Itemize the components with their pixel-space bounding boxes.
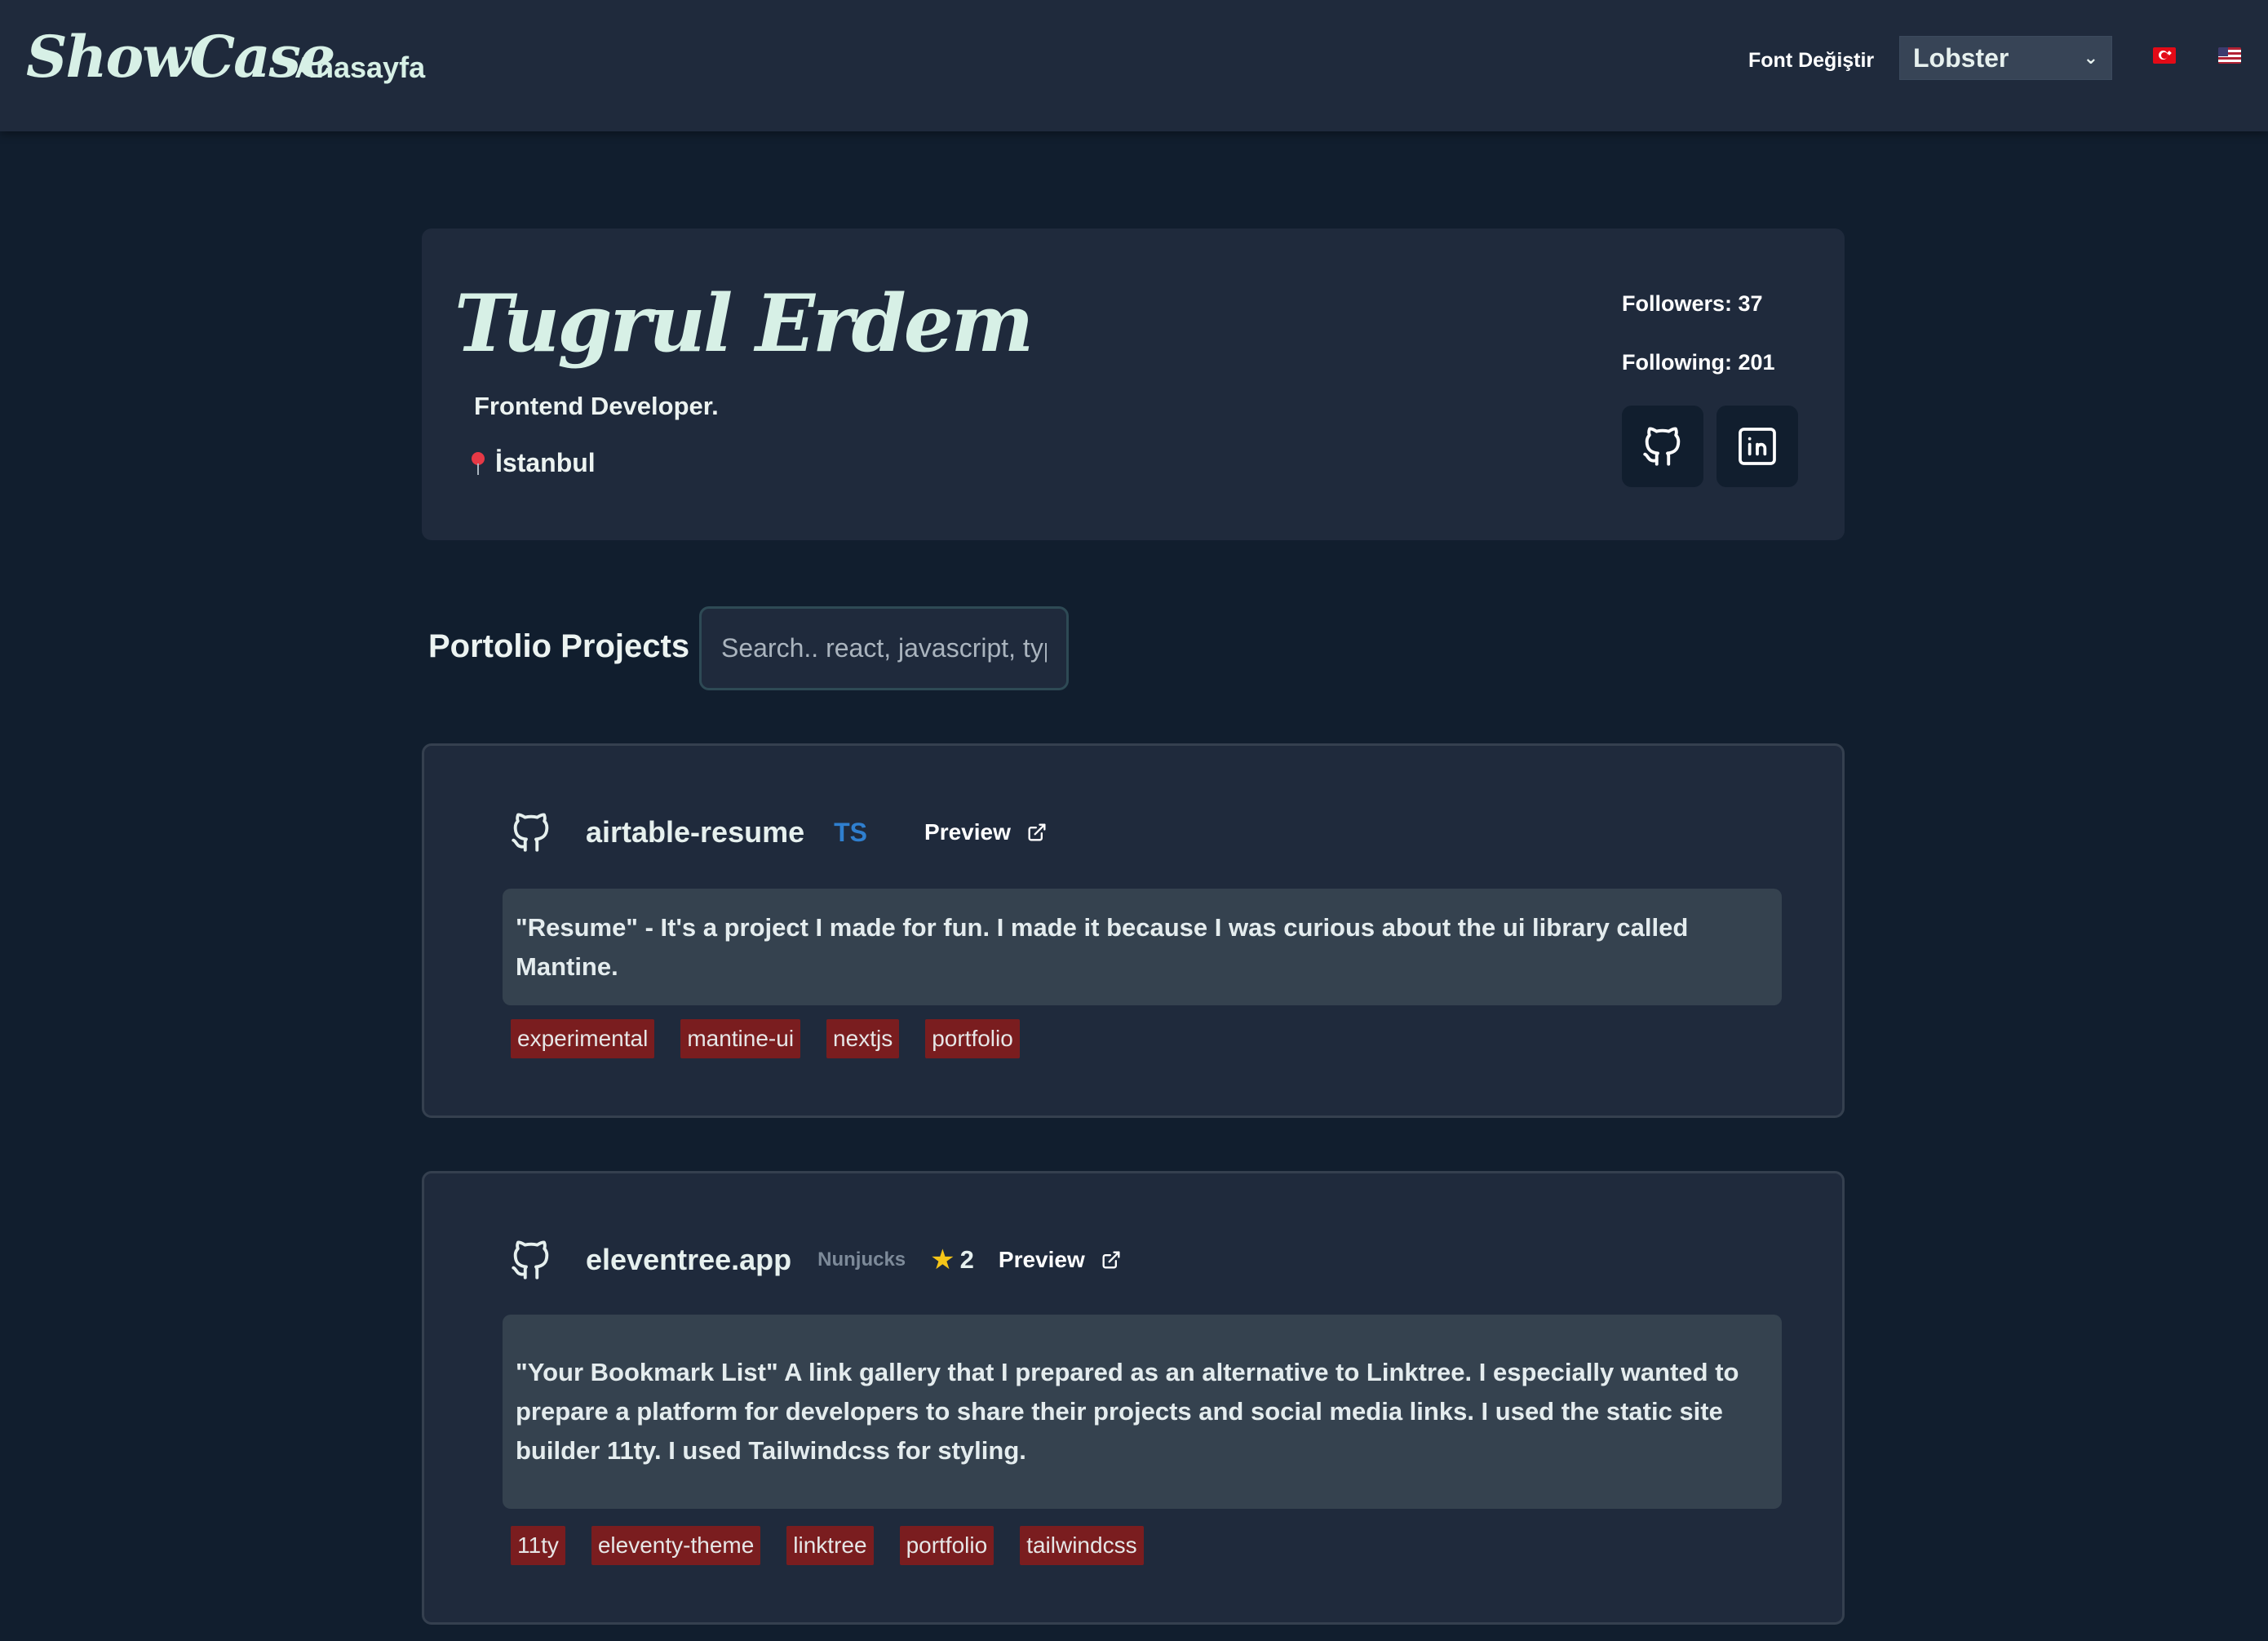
tag-list: experimental mantine-ui nextjs portfolio [511, 1019, 1046, 1058]
external-link-icon [1102, 1251, 1120, 1269]
tag-list: 11ty eleventy-theme linktree portfolio t… [511, 1526, 1170, 1565]
tr-flag-icon[interactable] [2153, 47, 2176, 64]
tag[interactable]: linktree [786, 1526, 874, 1565]
projects-heading: Portolio Projects [428, 628, 690, 664]
project-card: airtable-resume TS Preview "Resume" - It… [422, 743, 1845, 1118]
external-link-icon [1028, 823, 1046, 841]
following-count: Following: 201 [1622, 350, 1775, 375]
language-badge: Nunjucks [817, 1248, 906, 1271]
language-badge: TS [834, 817, 868, 847]
star-icon: ★ [930, 1244, 955, 1275]
followers-count: Followers: 37 [1622, 291, 1763, 316]
github-icon [1643, 427, 1681, 466]
project-description: "Your Bookmark List" A link gallery that… [503, 1315, 1782, 1509]
font-change-label: Font Değiştir [1748, 49, 1875, 72]
profile-location: İstanbul [471, 448, 596, 478]
star-count: ★ 2 [930, 1244, 974, 1276]
site-logo[interactable]: ShowCase [26, 23, 335, 91]
linkedin-icon [1739, 428, 1776, 465]
font-select-value: Lobster [1913, 42, 2009, 73]
chevron-down-icon: ⌄ [2083, 47, 2098, 68]
pin-icon [471, 451, 485, 475]
preview-link[interactable]: Preview [999, 1247, 1123, 1273]
profile-title: Frontend Developer. [474, 392, 719, 420]
us-flag-icon[interactable] [2218, 47, 2241, 64]
tag[interactable]: 11ty [511, 1526, 565, 1565]
github-profile-button[interactable] [1622, 406, 1703, 487]
preview-link[interactable]: Preview [924, 819, 1048, 845]
location-text: İstanbul [495, 448, 596, 477]
project-header: eleventree.app Nunjucks ★ 2 Preview [507, 1235, 1123, 1285]
top-navbar: ShowCase Anasayfa Font Değiştir Lobster … [0, 0, 2268, 131]
tag[interactable]: portfolio [899, 1526, 994, 1565]
project-header: airtable-resume TS Preview [507, 807, 1048, 858]
preview-label: Preview [924, 819, 1011, 845]
tag[interactable]: nextjs [826, 1019, 900, 1058]
project-description: "Resume" - It's a project I made for fun… [503, 889, 1782, 1005]
tag[interactable]: portfolio [925, 1019, 1020, 1058]
search-input[interactable] [699, 606, 1069, 690]
font-select[interactable]: Lobster ⌄ [1899, 36, 2112, 80]
tag[interactable]: eleventy-theme [591, 1526, 761, 1565]
github-repo-icon[interactable] [507, 1235, 555, 1285]
home-link[interactable]: Anasayfa [295, 51, 425, 85]
linkedin-profile-button[interactable] [1717, 406, 1798, 487]
preview-label: Preview [998, 1247, 1085, 1272]
profile-card: Tugrul Erdem Frontend Developer. İstanbu… [422, 228, 1845, 540]
star-count-value: 2 [959, 1245, 974, 1274]
tag[interactable]: tailwindcss [1020, 1526, 1144, 1565]
tag[interactable]: mantine-ui [680, 1019, 801, 1058]
project-name[interactable]: eleventree.app [586, 1243, 791, 1277]
project-card: eleventree.app Nunjucks ★ 2 Preview "You… [422, 1171, 1845, 1625]
tag[interactable]: experimental [511, 1019, 655, 1058]
profile-name: Tugrul Erdem [454, 277, 1034, 370]
project-name[interactable]: airtable-resume [586, 815, 804, 849]
github-repo-icon[interactable] [507, 807, 555, 858]
